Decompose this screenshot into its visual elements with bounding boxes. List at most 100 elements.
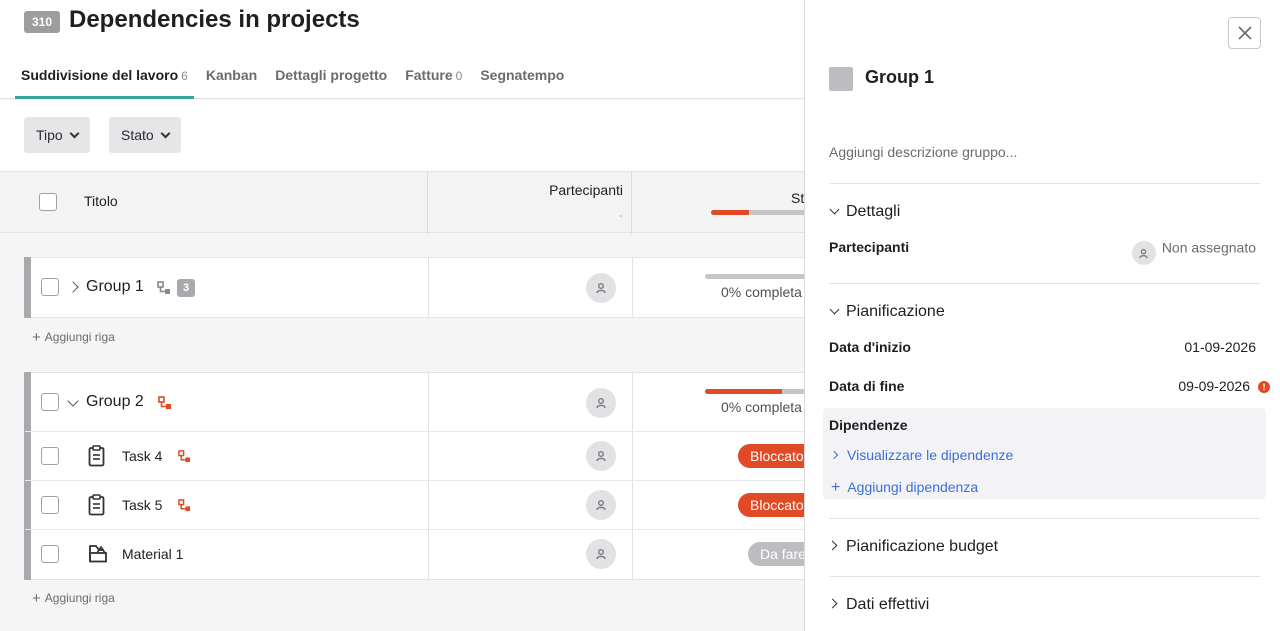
start-date-label: Data d'inizio (829, 339, 911, 355)
divider (829, 518, 1260, 519)
plus-icon: + (32, 329, 41, 346)
group-description-input[interactable]: Aggiungi descrizione gruppo... (829, 144, 1017, 160)
status-filter-button[interactable]: Stato (109, 117, 181, 153)
close-button[interactable] (1228, 17, 1261, 49)
column-divider (632, 432, 633, 480)
avatar[interactable] (586, 539, 616, 569)
row-checkbox[interactable] (41, 545, 59, 563)
section-heading: Pianificazione budget (846, 538, 999, 555)
tab-label: Dettagli progetto (275, 67, 388, 83)
row-checkbox[interactable] (41, 447, 59, 465)
column-participants: Partecipanti (549, 182, 623, 198)
column-divider (428, 258, 429, 317)
group-name-text: Group 1 (86, 278, 144, 295)
group-name-text: Group 2 (86, 393, 144, 410)
row-checkbox[interactable] (41, 393, 59, 411)
divider (829, 183, 1260, 184)
subitem-count-badge: 3 (177, 279, 195, 297)
view-dependencies-link[interactable]: Visualizzare le dipendenze (829, 447, 1014, 463)
row-checkbox[interactable] (41, 278, 59, 296)
add-row-button[interactable]: + Aggiungi riga (32, 589, 115, 607)
add-dependency-link[interactable]: + Aggiungi dipendenza (831, 479, 978, 497)
column-divider (632, 481, 633, 529)
type-filter-button[interactable]: Tipo (24, 117, 90, 153)
section-actuals-toggle[interactable]: Dati effettivi (827, 596, 930, 614)
tab-label: Kanban (205, 67, 258, 83)
user-icon (596, 283, 606, 294)
add-row-label: Aggiungi riga (44, 591, 115, 605)
avatar[interactable] (586, 273, 616, 303)
select-all-checkbox[interactable] (39, 193, 57, 211)
tab-label: Segnatempo (480, 67, 565, 83)
avatar[interactable] (586, 388, 616, 418)
column-divider (632, 258, 633, 317)
status-badge[interactable]: Bloccato (738, 444, 804, 468)
section-planning-toggle[interactable]: Pianificazione (829, 303, 945, 321)
column-divider (428, 432, 429, 480)
tab-kanban[interactable]: Kanban (200, 58, 263, 99)
chevron-right-icon (829, 450, 839, 460)
end-date-text: 09-09-2026 (1178, 378, 1250, 394)
tab-work-breakdown[interactable]: Suddivisione del lavoro 6 (15, 58, 194, 99)
table-row[interactable]: Material 1 Da fare (25, 530, 804, 579)
group-row[interactable]: Group 2 0% completa (25, 373, 804, 432)
group-progress-bar (705, 389, 804, 394)
table-header: Titolo Partecipanti - St (0, 171, 804, 234)
tab-invoices[interactable]: Fatture 0 (399, 58, 468, 99)
link-label: Visualizzare le dipendenze (847, 447, 1014, 463)
warning-icon: ! (1258, 381, 1270, 393)
chevron-right-icon[interactable] (67, 281, 79, 293)
dependency-warning-icon (158, 396, 171, 409)
section-heading: Dettagli (846, 203, 901, 220)
end-date-value[interactable]: 09-09-2026! (1178, 378, 1270, 394)
user-icon (596, 398, 606, 409)
plus-icon: + (32, 590, 41, 607)
section-heading: Dati effettivi (846, 596, 930, 613)
tab-project-details[interactable]: Dettagli progetto (269, 58, 393, 99)
project-header: 310 Dependencies in projects Suddivision… (0, 0, 804, 99)
group-progress-text: 0% completa (721, 399, 802, 415)
chevron-down-icon[interactable] (67, 395, 79, 407)
filter-label: Stato (121, 127, 154, 143)
status-badge[interactable]: Da fare (748, 542, 804, 566)
link-label: Aggiungi dipendenza (847, 479, 979, 495)
dependency-warning-icon (178, 450, 191, 463)
chevron-down-icon (69, 128, 80, 139)
chevron-down-icon (829, 204, 840, 215)
user-icon (1139, 248, 1149, 258)
main-area: 310 Dependencies in projects Suddivision… (0, 0, 804, 631)
tab-count: 0 (455, 69, 463, 83)
status-badge[interactable]: Bloccato (738, 493, 804, 517)
group-card: Group 2 0% completa Task 4 Bloccato Task… (24, 372, 804, 580)
table-row[interactable]: Task 5 Bloccato (25, 481, 804, 530)
chevron-down-icon (160, 128, 171, 139)
tab-timesheet[interactable]: Segnatempo (474, 58, 570, 99)
avatar[interactable] (586, 441, 616, 471)
start-date-value[interactable]: 01-09-2026 (1184, 339, 1256, 355)
group-row[interactable]: Group 1 3 0% completa (25, 258, 804, 317)
avatar[interactable] (586, 490, 616, 520)
add-row-button[interactable]: + Aggiungi riga (32, 328, 115, 346)
group-detail-panel: Group 1 Aggiungi descrizione gruppo... D… (804, 0, 1280, 631)
participants-value[interactable]: Non assegnato (1131, 235, 1256, 265)
chevron-right-icon (827, 540, 838, 551)
table-row[interactable]: Task 4 Bloccato (25, 432, 804, 481)
column-divider (428, 530, 429, 579)
user-icon (596, 451, 606, 462)
section-details-toggle[interactable]: Dettagli (829, 203, 900, 221)
tab-label: Fatture (405, 67, 453, 83)
task-name: Task 5 (122, 497, 163, 513)
avatar (1131, 241, 1156, 265)
tab-label: Suddivisione del lavoro (21, 67, 179, 83)
panel-title[interactable]: Group 1 (865, 67, 934, 88)
group-color-swatch[interactable] (829, 67, 853, 91)
column-divider (632, 373, 633, 431)
add-row-label: Aggiungi riga (44, 330, 115, 344)
group-progress-text: 0% completa (721, 284, 802, 300)
end-date-label: Data di fine (829, 378, 905, 394)
filter-toolbar: Tipo Stato (0, 100, 804, 171)
column-divider (428, 481, 429, 529)
section-budget-toggle[interactable]: Pianificazione budget (827, 538, 999, 556)
row-checkbox[interactable] (41, 496, 59, 514)
close-icon (1237, 26, 1252, 40)
